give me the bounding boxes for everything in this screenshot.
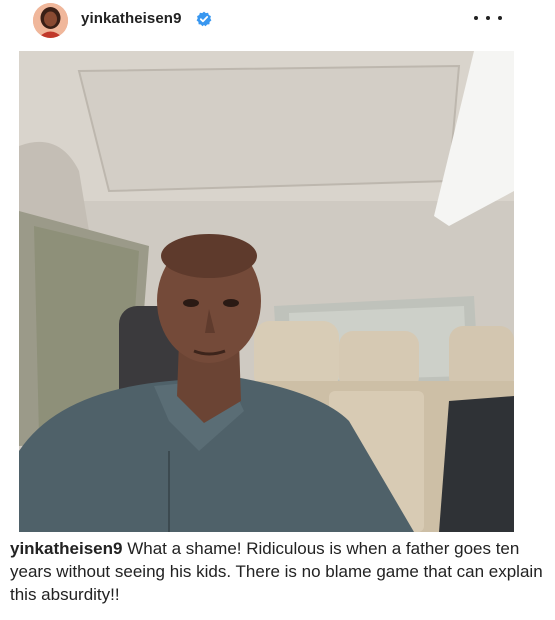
avatar[interactable]: [33, 3, 68, 38]
more-dot: [498, 16, 502, 20]
verified-badge-icon: [196, 11, 212, 27]
post-photo[interactable]: [19, 51, 514, 532]
caption-username[interactable]: yinkatheisen9: [10, 539, 122, 558]
more-dot: [486, 16, 490, 20]
more-dot: [474, 16, 478, 20]
post-caption: yinkatheisen9 What a shame! Ridiculous i…: [10, 537, 550, 606]
more-options-icon[interactable]: [474, 8, 502, 28]
post-username[interactable]: yinkatheisen9: [81, 10, 182, 27]
post-header: yinkatheisen9: [0, 0, 555, 44]
